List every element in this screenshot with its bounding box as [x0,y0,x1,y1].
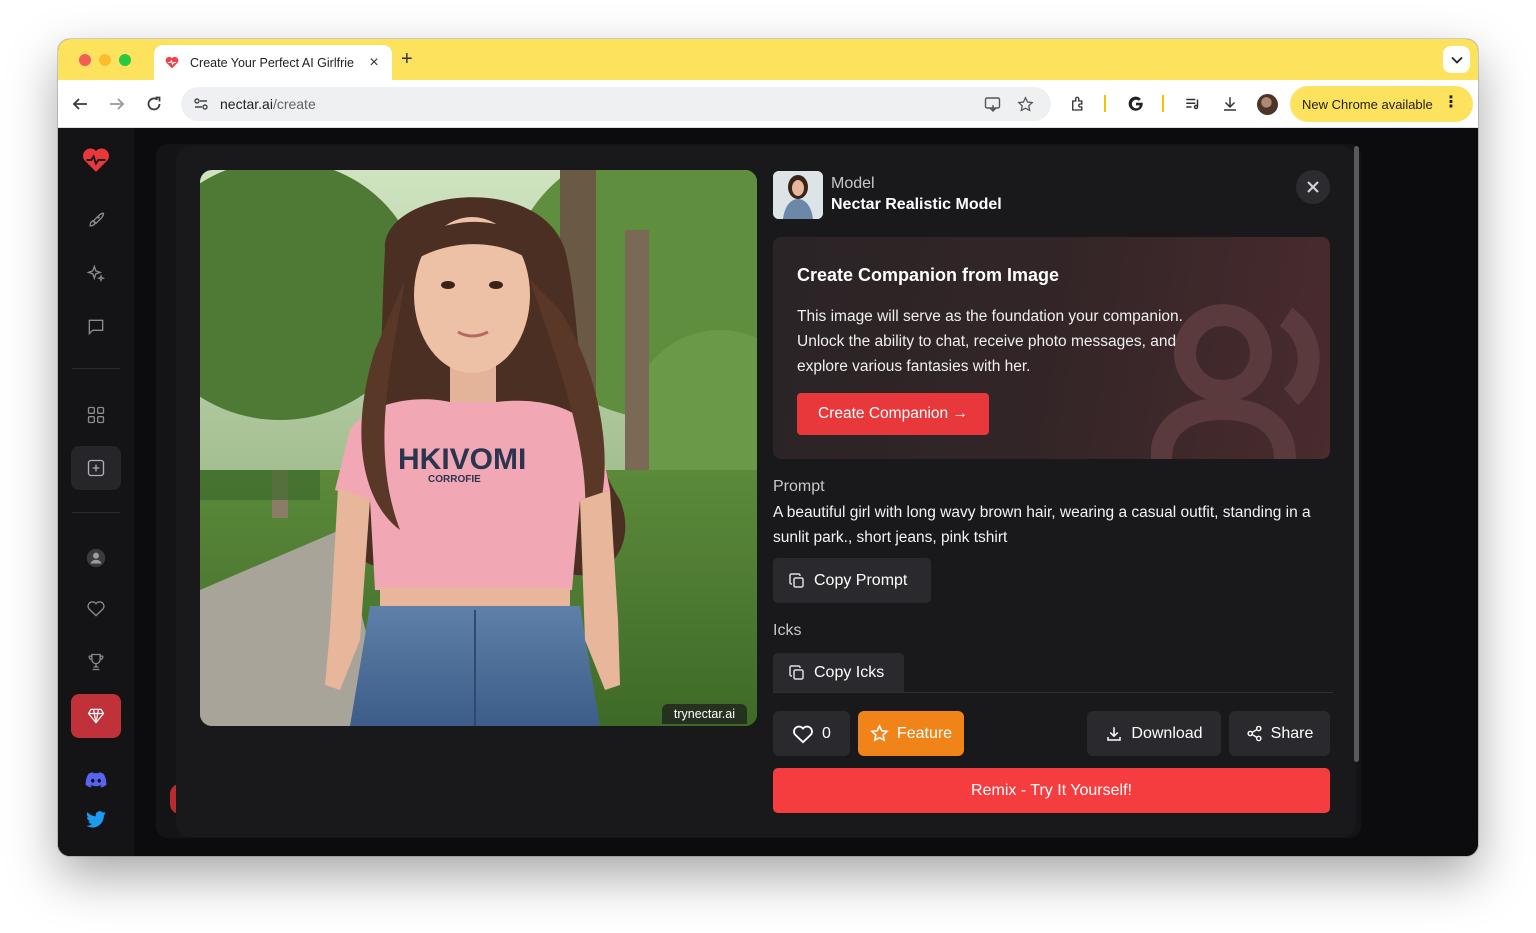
share-button[interactable]: Share [1229,711,1330,756]
watermark-label: trynectar.ai [661,704,747,724]
copy-icon [789,665,804,680]
trophy-icon[interactable] [71,640,121,684]
create-companion-card: Create Companion from Image This image w… [773,237,1330,459]
sidebar [58,128,134,856]
copy-icks-button[interactable]: Copy Icks [773,653,904,693]
bookmark-star-icon[interactable] [1017,96,1034,113]
forward-arrow-icon[interactable] [107,94,127,114]
toolbar-separator [1162,95,1164,112]
generated-image[interactable]: HKIVOMI CORROFIE trynectar.ai [200,170,757,726]
heartbeat-logo-icon[interactable] [71,138,121,182]
model-name: Nectar Realistic Model [831,196,1002,213]
reload-icon[interactable] [144,94,164,114]
new-tab-button[interactable]: + [401,48,413,70]
create-companion-button[interactable]: Create Companion → [797,393,989,435]
action-divider [773,692,1333,693]
portrait-photo-illustration: HKIVOMI CORROFIE [200,170,757,726]
tab-title: Create Your Perfect AI Girlfrie [190,55,354,70]
like-button[interactable]: 0 [773,711,850,756]
close-modal-button[interactable] [1296,170,1330,204]
copy-prompt-button[interactable]: Copy Prompt [773,558,931,603]
remix-button[interactable]: Remix - Try It Yourself! [773,768,1330,813]
profile-avatar[interactable] [1257,94,1278,115]
close-window-button[interactable] [79,54,91,66]
tab-strip: Create Your Perfect AI Girlfrie × + [58,39,1478,80]
download-icon [1107,726,1122,741]
browser-window: Create Your Perfect AI Girlfrie × + nect… [58,39,1478,856]
heart-icon[interactable] [71,587,121,631]
download-button[interactable]: Download [1087,711,1221,756]
copy-icks-label: Copy Icks [814,664,885,681]
twitter-icon[interactable] [71,798,121,842]
copy-prompt-label: Copy Prompt [814,571,908,589]
shirt-print-subtext: CORROFIE [428,474,481,485]
model-label: Model [831,175,875,192]
google-g-icon[interactable] [1126,94,1146,114]
chevron-down-icon [1450,56,1463,64]
modal-scrollbar[interactable] [1354,146,1359,762]
heart-outline-icon [793,725,813,743]
model-thumbnail [773,171,823,219]
rocket-icon[interactable] [71,198,121,242]
tab-close-icon[interactable]: × [366,54,382,71]
like-count: 0 [822,724,831,742]
cast-icon[interactable] [984,96,1001,113]
sidebar-divider [72,512,120,513]
url-host: nectar.ai [220,96,273,112]
sidebar-divider [72,368,120,369]
user-icon[interactable] [71,536,121,580]
more-menu-icon[interactable]: ⋮ [1443,94,1459,112]
media-queue-icon[interactable] [1183,94,1203,114]
page-content: HKIVOMI CORROFIE trynectar.ai Model Nect… [58,128,1478,856]
prompt-text: A beautiful girl with long wavy brown ha… [773,504,1311,546]
site-settings-icon[interactable] [192,95,210,113]
download-icon[interactable] [1220,94,1240,114]
close-icon [1307,181,1319,193]
image-detail-modal: HKIVOMI CORROFIE trynectar.ai Model Nect… [176,146,1356,837]
heart-favicon-icon [164,55,180,71]
cta-title: Create Companion from Image [797,265,1060,285]
feature-button[interactable]: Feature [858,711,964,756]
cta-description: This image will serve as the foundation … [797,308,1183,375]
download-label: Download [1131,724,1203,742]
toolbar-separator [1104,95,1106,112]
share-icon [1247,725,1262,742]
feature-label: Feature [896,724,953,742]
shirt-print-text: HKIVOMI [398,443,526,476]
browser-tab[interactable]: Create Your Perfect AI Girlfrie × [154,45,392,80]
star-outline-icon [870,724,889,742]
diamond-icon[interactable] [71,694,121,738]
extensions-puzzle-icon[interactable] [1068,94,1088,114]
discord-icon[interactable] [71,758,121,802]
new-chrome-available-button[interactable]: New Chrome available ⋮ [1290,86,1473,122]
url-path: /create [272,96,316,112]
zoom-window-button[interactable] [119,54,131,66]
back-arrow-icon[interactable] [70,94,90,114]
copy-icon [789,572,804,588]
add-square-icon[interactable] [71,446,121,490]
share-label: Share [1270,724,1314,742]
sparkles-icon[interactable] [71,252,121,296]
chrome-update-label: New Chrome available [1302,96,1433,112]
url-text: nectar.ai/create [220,96,316,112]
browser-toolbar: nectar.ai/create New Chrome available ⋮ [58,80,1478,128]
icks-label: Icks [773,622,802,639]
grid-icon[interactable] [71,393,121,437]
address-bar[interactable]: nectar.ai/create [181,87,1051,121]
minimize-window-button[interactable] [99,54,111,66]
prompt-label: Prompt [773,478,825,495]
tab-search-button[interactable] [1443,46,1470,73]
chat-icon[interactable] [71,305,121,349]
